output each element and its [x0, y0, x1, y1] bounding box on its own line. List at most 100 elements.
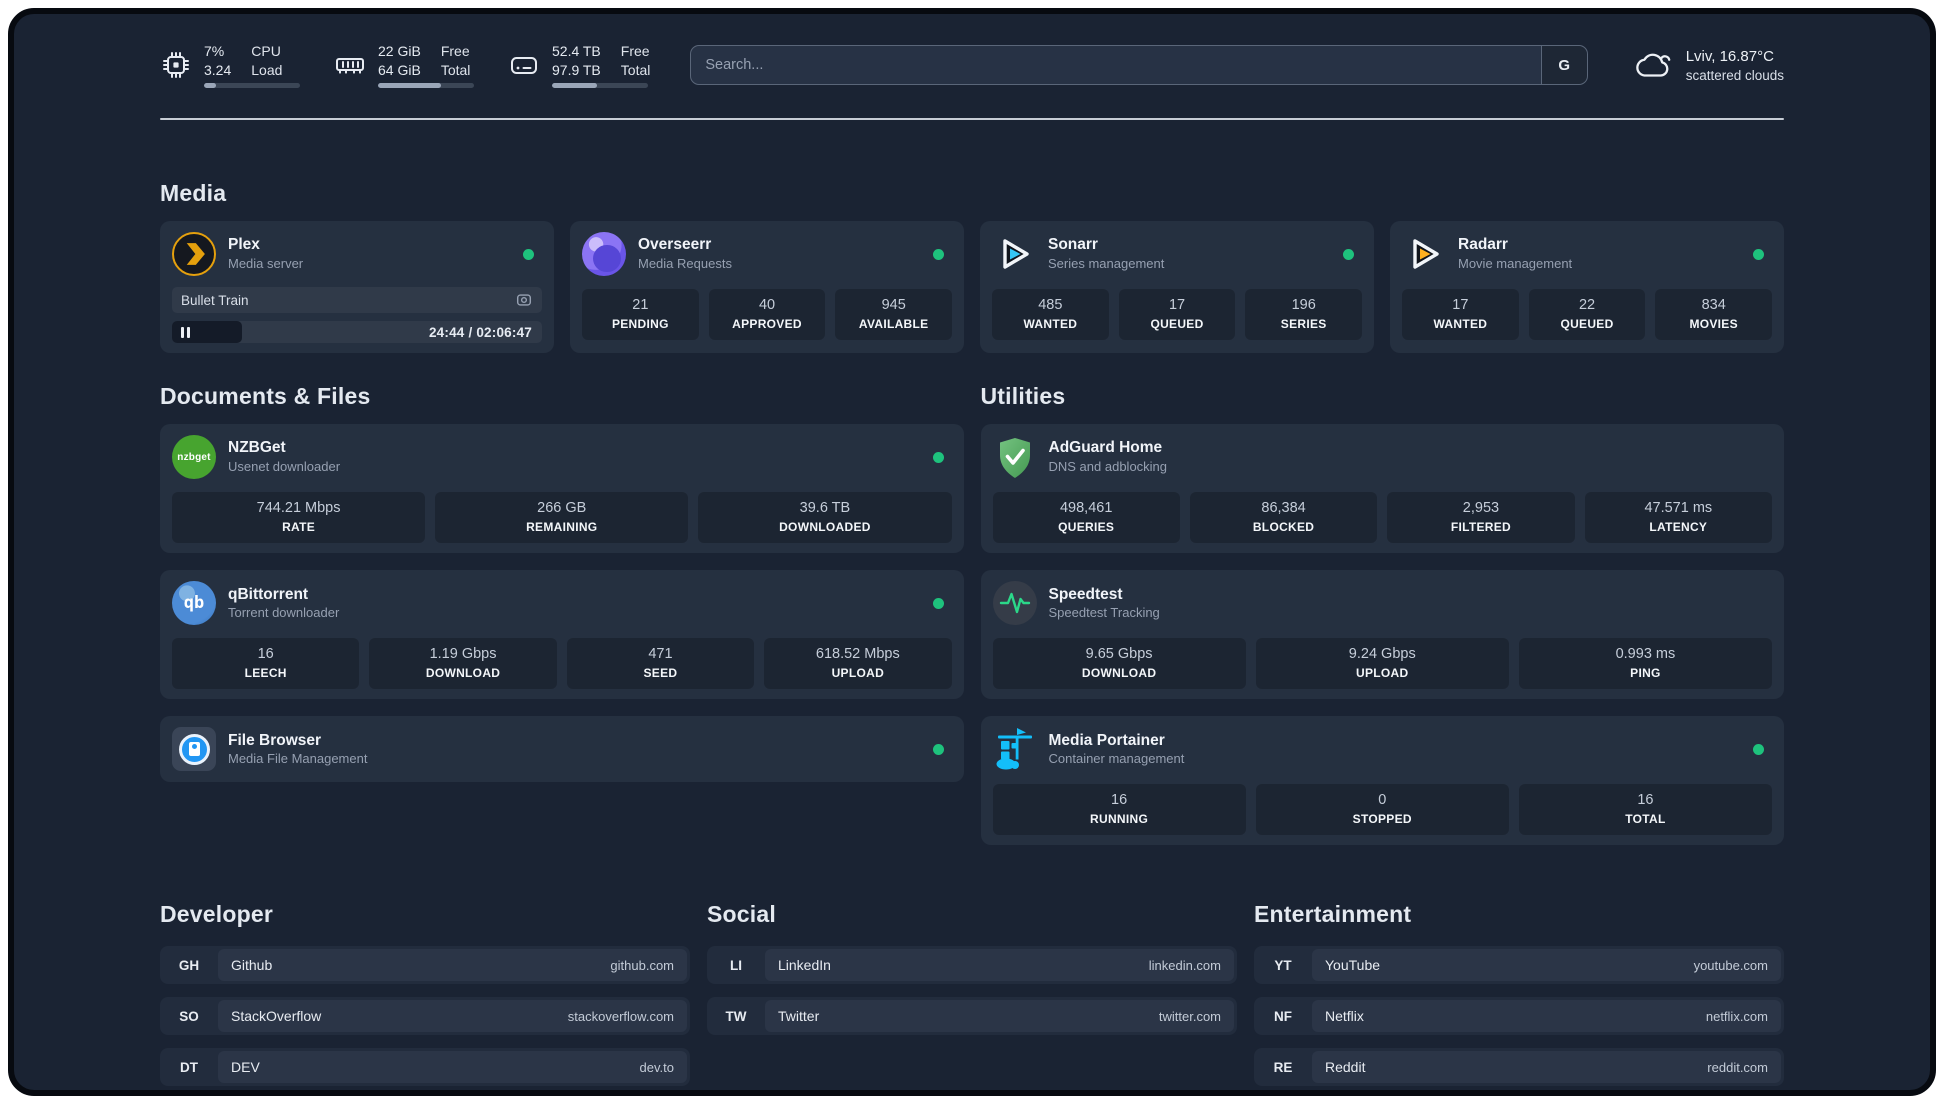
- service-card-nzbget[interactable]: nzbget NZBGet Usenet downloader 744.21 M…: [160, 424, 964, 554]
- bookmark-name: Netflix: [1325, 1008, 1364, 1025]
- memory-total-label: Total: [440, 61, 471, 78]
- status-dot: [933, 248, 944, 260]
- disk-total-label: Total: [620, 61, 651, 78]
- bookmark-youtube[interactable]: YT YouTube youtube.com: [1254, 946, 1784, 985]
- stat-wanted: 485 WANTED: [992, 289, 1109, 341]
- section-title-media: Media: [160, 180, 227, 206]
- service-name: qBittorrent: [228, 585, 309, 603]
- search-bar: G: [690, 45, 1588, 85]
- service-name: Plex: [228, 236, 260, 254]
- disk-free-label: Free: [620, 43, 650, 60]
- service-subtitle: Media File Management: [228, 750, 368, 766]
- status-dot: [523, 248, 534, 260]
- status-dot: [1343, 248, 1354, 260]
- bookmark-url: linkedin.com: [1148, 957, 1221, 973]
- stat-stopped: 0 STOPPED: [1255, 784, 1509, 836]
- disk-progress: [552, 82, 648, 88]
- cpu-load-label: Load: [251, 61, 283, 78]
- documents-column: Documents & Files nzbget NZBGet Usenet d…: [160, 383, 964, 783]
- service-card-speedtest[interactable]: Speedtest Speedtest Tracking 9.65 Gbps D…: [980, 570, 1784, 700]
- service-name: Sonarr: [1048, 236, 1098, 254]
- disk-widget: 52.4 TB 97.9 TB Free Total: [508, 42, 650, 88]
- bookmark-twitter[interactable]: TW Twitter twitter.com: [707, 997, 1237, 1036]
- memory-free: 22 GiB: [378, 43, 421, 60]
- bookmark-name: StackOverflow: [231, 1008, 322, 1025]
- bookmark-abbr: DT: [180, 1059, 198, 1075]
- service-card-sonarr[interactable]: Sonarr Series management 485 WANTED 17 Q…: [980, 221, 1374, 353]
- bookmark-name: Twitter: [778, 1008, 820, 1025]
- status-dot: [1753, 248, 1764, 260]
- service-card-radarr[interactable]: Radarr Movie management 17 WANTED 22 QUE…: [1390, 221, 1784, 353]
- memory-free-label: Free: [440, 43, 470, 60]
- service-card-overseerr[interactable]: Overseerr Media Requests 21 PENDING 40 A…: [570, 221, 964, 353]
- media-grid: Plex Media server Bullet Train 24:44 / 0…: [160, 221, 1784, 353]
- bookmark-stackoverflow[interactable]: SO StackOverflow stackoverflow.com: [160, 997, 690, 1036]
- bookmark-url: github.com: [610, 957, 674, 973]
- service-card-portainer[interactable]: Media Portainer Container management 16 …: [980, 716, 1784, 846]
- status-dot: [1753, 743, 1764, 755]
- cpu-usage-label: CPU: [251, 43, 281, 60]
- service-card-plex[interactable]: Plex Media server Bullet Train 24:44 / 0…: [160, 221, 554, 353]
- bookmark-abbr: GH: [178, 957, 200, 973]
- bookmark-url: reddit.com: [1707, 1059, 1768, 1075]
- stat-available: 945 AVAILABLE: [835, 289, 953, 341]
- service-name: Speedtest: [1048, 585, 1123, 603]
- radarr-icon: [1402, 232, 1446, 276]
- bookmark-url: dev.to: [639, 1059, 674, 1075]
- bookmark-url: stackoverflow.com: [567, 1008, 674, 1024]
- service-card-adguard[interactable]: AdGuard Home DNS and adblocking 498,461 …: [980, 424, 1784, 554]
- weather-condition: scattered clouds: [1685, 67, 1784, 83]
- memory-icon: [336, 58, 364, 74]
- bookmark-name: DEV: [231, 1059, 260, 1076]
- service-card-qbittorrent[interactable]: qb qBittorrent Torrent downloader 16 LEE…: [160, 570, 964, 700]
- dashboard-window: 7% 3.24 CPU Load 22 GiB 64 GiB Free Tota…: [8, 8, 1936, 1096]
- memory-progress: [378, 82, 474, 88]
- stat-download: 9.65 Gbps DOWNLOAD: [992, 638, 1246, 690]
- pause-icon: [181, 326, 184, 338]
- bookmark-github[interactable]: GH Github github.com: [160, 946, 690, 985]
- service-name: Media Portainer: [1048, 731, 1165, 749]
- disk-free: 52.4 TB: [552, 43, 601, 60]
- status-dot: [932, 451, 944, 463]
- memory-total: 64 GiB: [378, 61, 421, 78]
- stat-wanted: 17 WANTED: [1402, 289, 1519, 341]
- search-engine-button[interactable]: G: [1540, 46, 1587, 84]
- service-subtitle: Series management: [1048, 255, 1165, 271]
- speedtest-icon: [992, 581, 1037, 626]
- stat-series: 196 SERIES: [1245, 289, 1363, 341]
- filebrowser-icon: [172, 727, 216, 772]
- service-subtitle: DNS and adblocking: [1048, 458, 1168, 474]
- stat-queued: 17 QUEUED: [1118, 289, 1236, 341]
- stat-latency: 47.571 ms LATENCY: [1584, 492, 1772, 544]
- service-name: Overseerr: [638, 236, 712, 254]
- bookmark-group-social: Social LI LinkedIn linkedin.com TW Twitt…: [707, 901, 1237, 1086]
- service-subtitle: Media server: [228, 255, 304, 271]
- bookmark-linkedin[interactable]: LI LinkedIn linkedin.com: [707, 946, 1237, 985]
- overseerr-icon: [582, 232, 626, 276]
- cpu-usage: 7%: [204, 43, 225, 60]
- service-card-filebrowser[interactable]: File Browser Media File Management: [160, 716, 964, 783]
- search-input[interactable]: [690, 45, 1588, 85]
- service-subtitle: Container management: [1048, 750, 1185, 766]
- section-title-entertainment: Entertainment: [1254, 901, 1412, 928]
- service-subtitle: Usenet downloader: [228, 458, 341, 474]
- bookmark-url: youtube.com: [1693, 957, 1768, 973]
- bookmark-netflix[interactable]: NF Netflix netflix.com: [1254, 997, 1784, 1036]
- disk-icon: [511, 57, 537, 74]
- cpu-progress: [204, 82, 300, 88]
- nzbget-icon: nzbget: [172, 435, 216, 479]
- stat-running: 16 RUNNING: [992, 784, 1246, 836]
- stat-pending: 21 PENDING: [582, 289, 699, 341]
- section-title-developer: Developer: [160, 901, 274, 928]
- bookmark-abbr: LI: [730, 957, 742, 973]
- stat-queries: 498,461 QUERIES: [992, 492, 1180, 544]
- bookmark-reddit[interactable]: RE Reddit reddit.com: [1254, 1048, 1784, 1087]
- bookmark-dev[interactable]: DT DEV dev.to: [160, 1048, 690, 1087]
- service-subtitle: Media Requests: [638, 255, 732, 271]
- stat-download: 1.19 Gbps DOWNLOAD: [369, 638, 557, 690]
- stat-queued: 22 QUEUED: [1528, 289, 1646, 341]
- bookmark-name: Reddit: [1325, 1059, 1366, 1076]
- stat-downloaded: 39.6 TB DOWNLOADED: [698, 492, 952, 544]
- playback-time: 24:44 / 02:06:47: [428, 324, 532, 340]
- stat-filtered: 2,953 FILTERED: [1387, 492, 1575, 544]
